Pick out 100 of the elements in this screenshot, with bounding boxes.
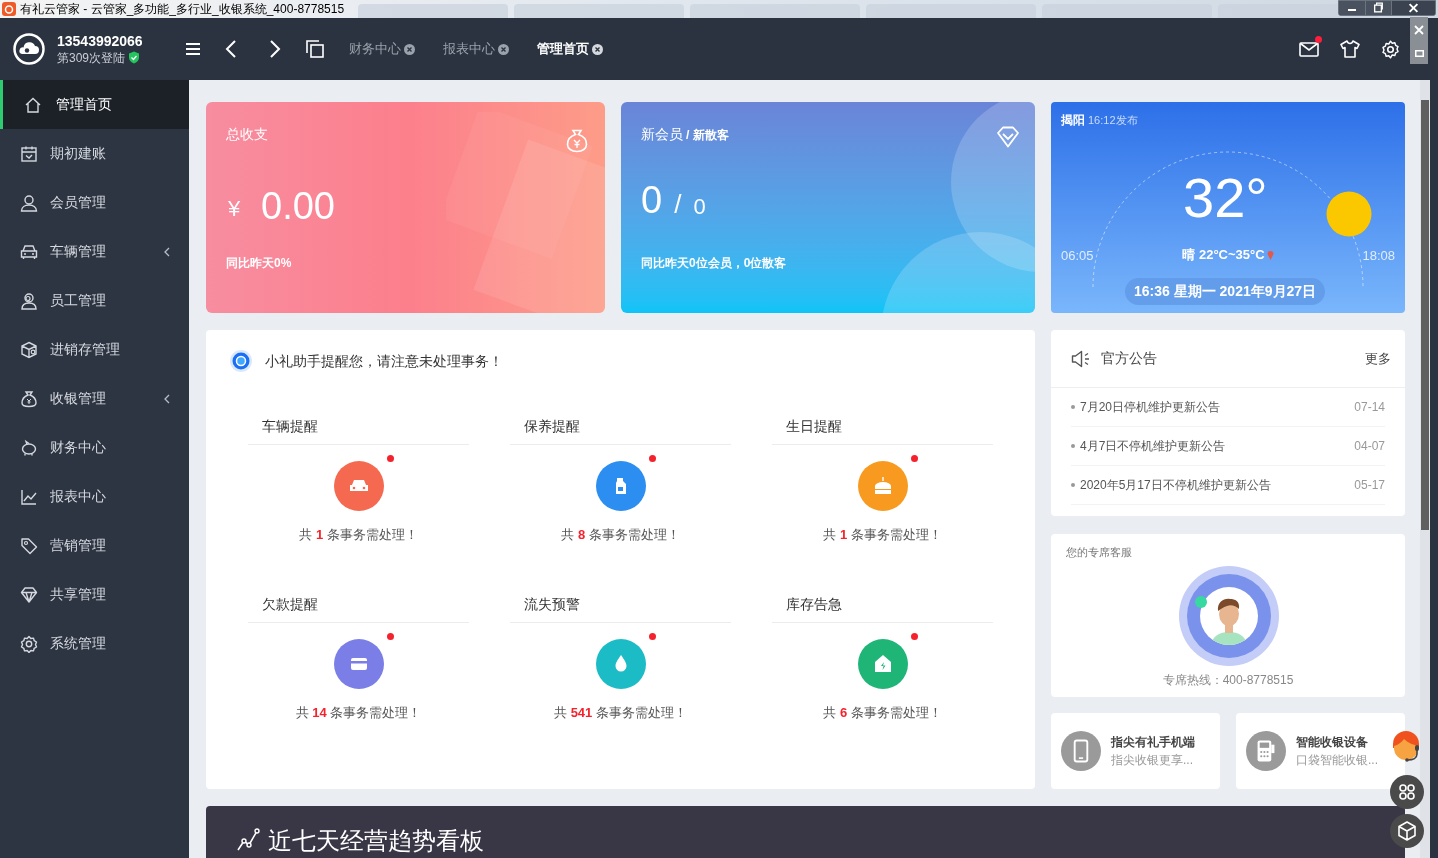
line-chart-icon	[20, 487, 38, 506]
minimize-button[interactable]	[1339, 1, 1365, 15]
panel-title: 您的专席客服	[1066, 545, 1132, 560]
sidebar-item[interactable]: 管理首页	[0, 80, 189, 129]
reminder-title: 欠款提醒	[262, 595, 318, 612]
sidebar-item[interactable]: 会员管理	[0, 178, 189, 227]
pending-count-text: 共 8 条事务需处理！	[561, 526, 680, 544]
announcement-date: 04-07	[1354, 438, 1385, 455]
cloud-logo-icon	[13, 33, 45, 65]
money-bag-icon	[566, 129, 588, 153]
shirt-icon[interactable]	[1340, 40, 1360, 58]
promo-subtitle: 口袋智能收银...	[1296, 752, 1378, 769]
announcement-link[interactable]: 4月7日不停机维护更新公告	[1080, 437, 1226, 455]
user-phone: 13543992066	[57, 32, 144, 50]
page-tab[interactable]: 财务中心	[349, 39, 415, 59]
sidebar-item[interactable]: 进销存管理	[0, 325, 189, 374]
card-terminal-icon	[1246, 731, 1286, 771]
phone-icon	[1061, 731, 1101, 771]
money-bag-icon	[20, 389, 38, 408]
promo-card[interactable]: 指尖有礼手机端 指尖收银更享...	[1051, 713, 1220, 789]
reminder-title: 流失预警	[524, 595, 580, 612]
promo-card[interactable]: 智能收银设备 口袋智能收银...	[1236, 713, 1405, 789]
pending-count-text: 共 14 条事务需处理！	[295, 703, 422, 722]
sidebar-item[interactable]: 系统管理	[0, 619, 189, 668]
income-value: 0.00	[261, 184, 335, 229]
currency-symbol: ¥	[228, 195, 241, 223]
sidebar-item[interactable]: 营销管理	[0, 521, 189, 570]
announcement-link[interactable]: 2020年5月17日不停机维护更新公告	[1080, 476, 1271, 494]
sidebar-item[interactable]: 财务中心	[0, 423, 189, 472]
oil-bottle-icon[interactable]	[595, 461, 646, 511]
location-pin-icon	[1266, 249, 1274, 260]
reminder-title: 生日提醒	[786, 418, 842, 434]
sidebar-item[interactable]: 车辆管理	[0, 227, 189, 276]
caret-icon	[164, 246, 170, 257]
card-title: 新会员	[641, 125, 683, 144]
promo-subtitle: 指尖收银更享...	[1111, 752, 1194, 769]
separator-text: /	[674, 188, 682, 221]
user-icon	[20, 193, 38, 212]
reminder-title: 保养提醒	[524, 418, 580, 434]
date-time-pill: 16:36 星期一 2021年9月27日	[1125, 278, 1326, 305]
apps-grid-icon[interactable]	[1390, 775, 1424, 809]
menu-icon[interactable]	[186, 43, 200, 55]
close-icon[interactable]	[498, 43, 509, 55]
app-logo-icon	[2, 2, 16, 16]
car-icon[interactable]	[333, 461, 384, 511]
house-icon[interactable]	[857, 638, 908, 689]
box-icon	[20, 340, 38, 359]
promo-title: 指尖有礼手机端	[1111, 734, 1195, 751]
calendar-icon	[20, 144, 38, 163]
reminder-heading: 小礼助手提醒您，请注意未处理事务！	[265, 351, 503, 371]
card-subtitle: / 新散客	[686, 127, 729, 144]
verified-shield-icon	[128, 51, 141, 64]
sun-icon	[1326, 191, 1372, 237]
announcement-date: 07-14	[1354, 399, 1385, 416]
city-name: 揭阳	[1061, 112, 1085, 129]
copy-icon[interactable]	[306, 40, 324, 58]
mail-icon[interactable]	[1299, 41, 1319, 57]
page-tab[interactable]: 报表中心	[443, 39, 509, 59]
member-count: 0	[641, 178, 663, 222]
comparison-text: 同比昨天0%	[226, 255, 292, 272]
restore-button[interactable]	[1365, 1, 1391, 15]
assistant-icon	[229, 349, 253, 373]
sidebar-item[interactable]: 报表中心	[0, 472, 189, 521]
hotline-text: 专席热线：400-8778515	[1161, 672, 1295, 689]
more-link[interactable]: 更多	[1365, 348, 1391, 369]
page-tab[interactable]: 管理首页	[537, 39, 603, 59]
weather-condition: 晴 22°C~35°C	[1182, 246, 1265, 264]
walk-in-count: 0	[693, 193, 706, 221]
cube-icon[interactable]	[1390, 814, 1424, 848]
piggy-bank-icon	[20, 438, 38, 457]
window-icon[interactable]	[1414, 49, 1424, 57]
sidebar-item[interactable]: 共享管理	[0, 570, 189, 619]
caret-icon	[164, 393, 170, 404]
pending-count-text: 共 1 条事务需处理！	[823, 526, 942, 544]
diamond-icon	[20, 585, 38, 604]
sidebar-item[interactable]: 期初建账	[0, 129, 189, 178]
close-icon[interactable]	[404, 43, 415, 55]
close-button[interactable]	[1391, 1, 1435, 15]
sidebar-item[interactable]: 员工管理	[0, 276, 189, 325]
temperature: 32°	[1183, 166, 1268, 230]
close-icon[interactable]	[592, 43, 603, 55]
pending-count-text: 共 6 条事务需处理！	[823, 703, 942, 722]
reminder-title: 库存告急	[786, 595, 842, 612]
sunset-time: 18:08	[1362, 247, 1395, 265]
window-title: 有礼云管家 - 云管家_多功能_多行业_收银系统_400-8778515	[20, 1, 345, 18]
pending-count-text: 共 541 条事务需处理！	[554, 703, 687, 722]
car-icon	[20, 242, 38, 261]
trend-chart-icon	[236, 828, 260, 852]
scrollbar-thumb[interactable]	[1421, 100, 1429, 530]
promo-title: 智能收银设备	[1296, 734, 1369, 751]
panel-title: 近七天经营趋势看板	[268, 826, 484, 856]
person-icon	[20, 291, 38, 310]
card-icon[interactable]	[333, 638, 384, 689]
speaker-icon	[1071, 349, 1091, 368]
settings-icon[interactable]	[1381, 39, 1400, 59]
pending-count-text: 共 1 条事务需处理！	[299, 526, 418, 544]
panel-title: 官方公告	[1101, 349, 1157, 368]
sidebar-item[interactable]: 收银管理	[0, 374, 189, 423]
publish-time: 16:12发布	[1088, 113, 1138, 128]
announcement-link[interactable]: 7月20日停机维护更新公告	[1080, 398, 1221, 416]
